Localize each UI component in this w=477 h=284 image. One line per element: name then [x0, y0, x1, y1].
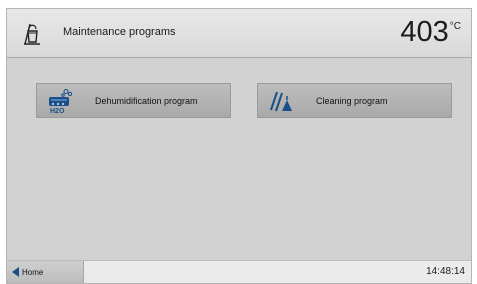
header-bar: Maintenance programs 403 °C — [7, 9, 471, 58]
cleaning-program-button[interactable]: Cleaning program — [257, 83, 452, 118]
home-label: Home — [22, 267, 44, 277]
bucket-brush-icon — [24, 23, 40, 45]
home-button[interactable]: Home — [7, 261, 84, 283]
temperature-value: 403 — [400, 16, 449, 48]
svg-text:H2O: H2O — [50, 108, 65, 114]
dehumidification-h2o-icon: H2O — [49, 88, 73, 114]
device-screen: Maintenance programs 403 °C H2O Dehumidi… — [6, 8, 472, 284]
back-arrow-icon — [12, 267, 19, 277]
cleaning-program-label: Cleaning program — [316, 95, 388, 106]
footer-bar: Home 14:48:14 — [7, 260, 471, 283]
temperature-display: 403 °C — [400, 15, 461, 49]
temperature-unit: °C — [449, 21, 461, 32]
dehumidification-program-button[interactable]: H2O Dehumidification program — [36, 83, 231, 118]
cleaning-broom-icon — [270, 91, 292, 111]
dehumidification-program-label: Dehumidification program — [95, 95, 198, 106]
clock-display: 14:48:14 — [426, 266, 465, 277]
page-title: Maintenance programs — [63, 26, 176, 38]
